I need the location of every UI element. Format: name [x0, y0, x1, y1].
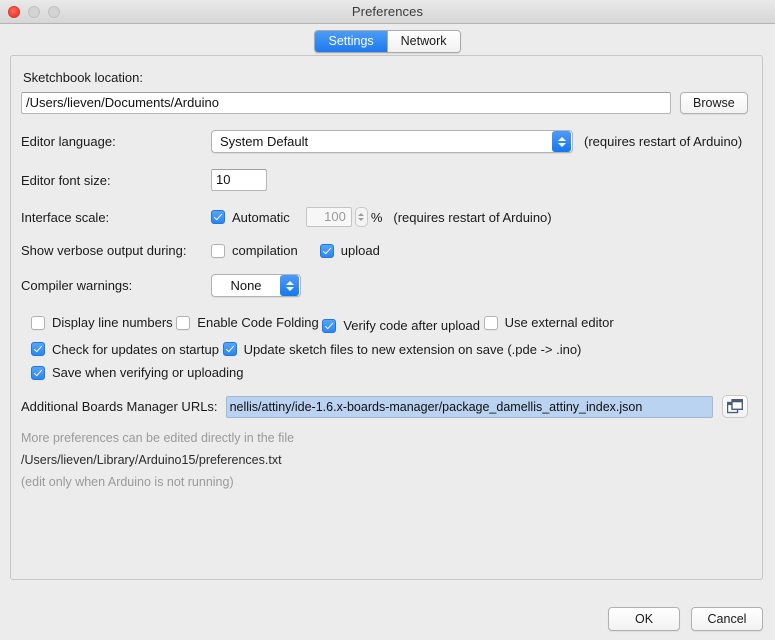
checkbox-label: Save when verifying or uploading	[52, 365, 244, 380]
interface-scale-stepper[interactable]: 100	[305, 207, 368, 227]
verbose-output-label: Show verbose output during:	[21, 243, 187, 258]
stepper-arrows-icon[interactable]	[354, 207, 368, 227]
interface-scale-restart-note: (requires restart of Arduino)	[393, 209, 552, 225]
checkmark-icon	[319, 243, 334, 258]
interface-scale-label: Interface scale:	[21, 209, 110, 225]
boards-manager-urls-input[interactable]: nellis/attiny/ide-1.6.x-boards-manager/p…	[225, 395, 713, 418]
verbose-compilation-checkbox[interactable]: compilation	[211, 243, 298, 258]
editor-language-value: System Default	[220, 134, 309, 149]
preferences-file-path: /Users/lieven/Library/Arduino15/preferen…	[21, 453, 282, 467]
compiler-warnings-select[interactable]: None	[211, 274, 301, 297]
maximize-button[interactable]	[48, 6, 60, 18]
editor-language-restart-note: (requires restart of Arduino)	[584, 134, 743, 149]
checkbox-use-external-editor[interactable]: Use external editor	[483, 315, 614, 330]
tab-strip: Settings Network	[0, 24, 775, 55]
editor-language-label: Editor language:	[21, 134, 116, 149]
browse-button[interactable]: Browse	[680, 92, 748, 114]
preferences-info-line-1: More preferences can be edited directly …	[21, 431, 295, 445]
editor-font-size-label: Editor font size:	[21, 172, 111, 188]
checkbox-label: Check for updates on startup	[52, 341, 219, 357]
checkbox-check-for-updates-on-startup[interactable]: Check for updates on startup	[31, 342, 219, 357]
checkbox-verify-code-after-upload[interactable]: Verify code after upload	[322, 318, 480, 333]
editor-font-size-row: Editor font size: 10	[21, 169, 752, 191]
sketchbook-location-label: Sketchbook location:	[23, 70, 143, 85]
editor-font-size-input[interactable]: 10	[211, 169, 267, 191]
interface-scale-automatic-checkbox[interactable]: Automatic	[211, 210, 290, 225]
dialog-button-bar: OK Cancel	[608, 607, 763, 631]
boards-manager-urls-edit-button[interactable]	[721, 395, 748, 418]
traffic-light-group	[8, 6, 60, 18]
checkmark-icon	[211, 210, 225, 224]
verbose-upload-label: upload	[340, 243, 380, 258]
windows-cascade-icon	[726, 399, 743, 414]
close-button[interactable]	[8, 6, 20, 18]
checkbox-empty-icon	[31, 315, 45, 330]
verbose-output-row: Show verbose output during: compilation …	[21, 243, 752, 258]
window-title: Preferences	[351, 4, 424, 19]
tab-settings[interactable]: Settings	[315, 30, 387, 52]
checkmark-icon	[31, 365, 45, 380]
interface-scale-row: Interface scale: Automatic 100 % (requir…	[21, 207, 752, 227]
verbose-compilation-label: compilation	[232, 243, 298, 258]
minimize-button[interactable]	[28, 6, 40, 18]
checkmark-icon	[222, 342, 237, 356]
boards-manager-urls-label: Additional Boards Manager URLs:	[21, 399, 218, 414]
checkbox-display-line-numbers[interactable]: Display line numbers	[31, 315, 173, 330]
checkmark-icon	[322, 318, 337, 333]
preferences-file-info: More preferences can be edited directly …	[21, 427, 752, 493]
boards-manager-urls-value: nellis/attiny/ide-1.6.x-boards-manager/p…	[229, 399, 643, 414]
compiler-warnings-label: Compiler warnings:	[21, 278, 133, 293]
preferences-checkbox-list: Display line numbers Enable Code Folding…	[31, 315, 752, 380]
window-titlebar: Preferences	[0, 0, 775, 24]
chevron-up-down-icon	[552, 131, 571, 152]
tab-group: Settings Network	[314, 29, 461, 53]
checkbox-label: Verify code after upload	[343, 318, 480, 333]
interface-scale-automatic-label: Automatic	[232, 209, 290, 225]
checkbox-save-when-verifying-or-uploading[interactable]: Save when verifying or uploading	[31, 365, 244, 380]
ok-button[interactable]: OK	[608, 607, 680, 631]
editor-language-row: Editor language: System Default (require…	[21, 130, 752, 153]
verbose-upload-checkbox[interactable]: upload	[319, 243, 380, 258]
checkbox-empty-icon	[211, 243, 225, 258]
checkbox-update-sketch-files-extension[interactable]: Update sketch files to new extension on …	[222, 341, 582, 357]
cancel-button[interactable]: Cancel	[691, 607, 763, 631]
editor-language-select[interactable]: System Default	[211, 130, 573, 153]
checkbox-empty-icon	[176, 315, 191, 330]
boards-manager-urls-row: Additional Boards Manager URLs: nellis/a…	[21, 395, 752, 418]
checkbox-label: Use external editor	[504, 315, 614, 330]
settings-panel: Sketchbook location: /Users/lieven/Docum…	[10, 55, 763, 580]
preferences-info-line-3: (edit only when Arduino is not running)	[21, 475, 234, 489]
sketchbook-location-input[interactable]: /Users/lieven/Documents/Arduino	[21, 92, 671, 114]
checkbox-enable-code-folding[interactable]: Enable Code Folding	[176, 315, 319, 330]
tab-network[interactable]: Network	[386, 30, 460, 52]
percent-symbol: %	[370, 209, 383, 225]
sketchbook-location-row: /Users/lieven/Documents/Arduino Browse	[21, 92, 752, 114]
checkbox-label: Enable Code Folding	[197, 315, 319, 330]
chevron-up-down-icon	[280, 275, 299, 296]
checkbox-label: Update sketch files to new extension on …	[243, 341, 582, 357]
compiler-warnings-value: None	[230, 278, 262, 293]
compiler-warnings-row: Compiler warnings: None	[21, 274, 752, 297]
checkbox-empty-icon	[483, 315, 498, 330]
interface-scale-value[interactable]: 100	[305, 207, 352, 227]
checkbox-label: Display line numbers	[52, 315, 173, 330]
checkmark-icon	[31, 342, 45, 356]
